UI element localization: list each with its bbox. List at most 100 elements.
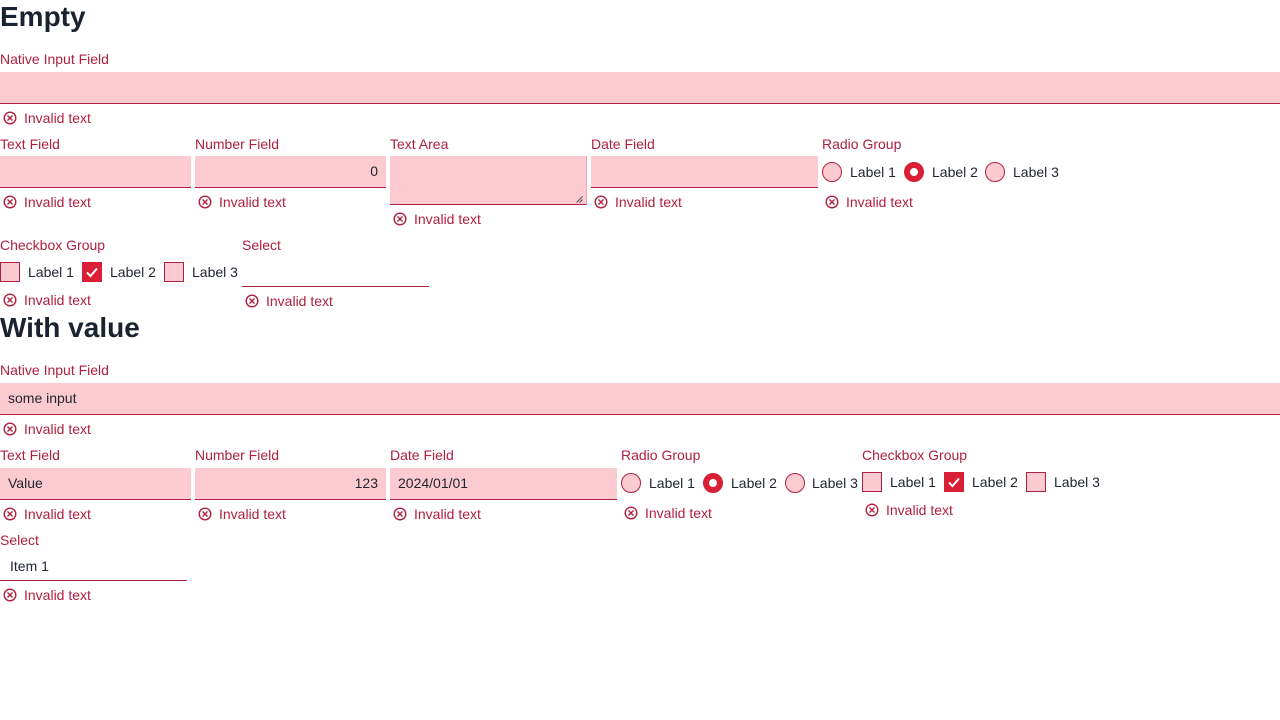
error-circle-icon <box>3 195 17 209</box>
error-text: Invalid text <box>266 293 333 309</box>
field-label: Date Field <box>591 136 655 152</box>
error-text: Invalid text <box>24 421 91 437</box>
error-circle-icon <box>624 506 638 520</box>
text-input[interactable] <box>0 156 191 188</box>
radio-group: Radio Group Label 1 Label 2 Label 3 Inva… <box>621 446 861 526</box>
date-field: Date Field 2024/01/01 Invalid text <box>390 446 617 526</box>
native-input-field: Native Input Field some input Invalid te… <box>0 361 1280 441</box>
checkbox-option-label: Label 2 <box>972 474 1018 490</box>
radio-option-3[interactable] <box>985 162 1005 182</box>
text-input[interactable]: Value <box>0 468 191 500</box>
error-message: Invalid text <box>862 501 1062 519</box>
error-message: Invalid text <box>242 292 429 310</box>
error-message: Invalid text <box>0 291 200 309</box>
error-message: Invalid text <box>390 505 617 523</box>
error-message: Invalid text <box>0 505 191 523</box>
error-message: Invalid text <box>0 193 191 211</box>
date-input[interactable] <box>591 156 818 188</box>
error-message: Invalid text <box>0 586 187 604</box>
number-input[interactable]: 123 <box>195 468 386 500</box>
field-label: Date Field <box>390 447 454 463</box>
radio-option-label: Label 1 <box>850 164 896 180</box>
number-field: Number Field 0 Invalid text <box>195 135 386 215</box>
field-label: Checkbox Group <box>0 237 106 253</box>
native-input[interactable]: some input <box>0 383 1280 415</box>
radio-option-3[interactable] <box>785 473 805 493</box>
number-input[interactable]: 0 <box>195 156 386 188</box>
field-label: Checkbox Group <box>862 447 968 463</box>
radio-option-label: Label 3 <box>812 475 858 491</box>
error-text: Invalid text <box>414 211 481 227</box>
text-area[interactable] <box>390 156 587 205</box>
field-label: Text Field <box>0 136 60 152</box>
error-circle-icon <box>865 503 879 517</box>
field-label: Select <box>242 237 281 253</box>
radio-option-label: Label 3 <box>1013 164 1059 180</box>
checkbox-option-3[interactable] <box>164 262 184 282</box>
checkbox-option-1[interactable] <box>0 262 20 282</box>
field-label: Text Area <box>390 136 449 152</box>
section-title-empty: Empty <box>0 1 86 32</box>
radio-option-2[interactable] <box>904 162 924 182</box>
text-area-field: Text Area Invalid text <box>390 135 587 230</box>
error-text: Invalid text <box>24 194 91 210</box>
error-circle-icon <box>3 111 17 125</box>
error-circle-icon <box>198 507 212 521</box>
error-text: Invalid text <box>24 587 91 603</box>
checkbox-option-2[interactable] <box>82 262 102 282</box>
radio-option-2[interactable] <box>703 473 723 493</box>
field-label: Native Input Field <box>0 362 109 378</box>
checkbox-option-label: Label 1 <box>28 264 74 280</box>
error-circle-icon <box>3 507 17 521</box>
radio-group: Radio Group Label 1 Label 2 Label 3 Inva… <box>822 135 1082 215</box>
error-circle-icon <box>393 212 407 226</box>
error-circle-icon <box>198 195 212 209</box>
checkbox-group: Checkbox Group Label 1 Label 2 Label 3 I… <box>862 446 1112 526</box>
checkbox-option-label: Label 2 <box>110 264 156 280</box>
error-circle-icon <box>594 195 608 209</box>
select-field: Select Invalid text <box>242 236 429 312</box>
error-circle-icon <box>245 294 259 308</box>
field-label: Number Field <box>195 136 280 152</box>
checkbox-option-1[interactable] <box>862 472 882 492</box>
text-field: Text Field Value Invalid text <box>0 446 191 526</box>
native-input[interactable] <box>0 72 1280 104</box>
field-label: Radio Group <box>621 447 701 463</box>
checkbox-option-3[interactable] <box>1026 472 1046 492</box>
error-text: Invalid text <box>219 194 286 210</box>
error-message: Invalid text <box>621 504 821 522</box>
error-message: Invalid text <box>0 420 200 438</box>
section-title-with-value: With value <box>0 312 140 343</box>
error-text: Invalid text <box>24 110 91 126</box>
error-message: Invalid text <box>591 193 818 211</box>
error-circle-icon <box>393 507 407 521</box>
error-text: Invalid text <box>645 505 712 521</box>
select-field: Select Item 1 Invalid text <box>0 531 187 607</box>
error-text: Invalid text <box>846 194 913 210</box>
radio-option-label: Label 2 <box>731 475 777 491</box>
date-field: Date Field Invalid text <box>591 135 818 215</box>
number-field: Number Field 123 Invalid text <box>195 446 386 526</box>
check-icon <box>86 267 98 278</box>
select-input[interactable]: Item 1 <box>0 552 187 581</box>
error-circle-icon <box>3 293 17 307</box>
radio-option-label: Label 1 <box>649 475 695 491</box>
resize-grip-icon[interactable] <box>576 196 583 203</box>
checkbox-option-label: Label 1 <box>890 474 936 490</box>
error-message: Invalid text <box>0 109 200 127</box>
select-input[interactable] <box>242 258 429 287</box>
error-message: Invalid text <box>195 505 386 523</box>
error-text: Invalid text <box>886 502 953 518</box>
error-text: Invalid text <box>24 506 91 522</box>
text-field: Text Field Invalid text <box>0 135 191 215</box>
error-message: Invalid text <box>822 193 1022 211</box>
radio-option-1[interactable] <box>822 162 842 182</box>
error-message: Invalid text <box>195 193 386 211</box>
radio-option-1[interactable] <box>621 473 641 493</box>
checkbox-option-2[interactable] <box>944 472 964 492</box>
date-input[interactable]: 2024/01/01 <box>390 468 617 500</box>
error-text: Invalid text <box>24 292 91 308</box>
checkbox-option-label: Label 3 <box>192 264 238 280</box>
field-label: Text Field <box>0 447 60 463</box>
error-circle-icon <box>3 422 17 436</box>
